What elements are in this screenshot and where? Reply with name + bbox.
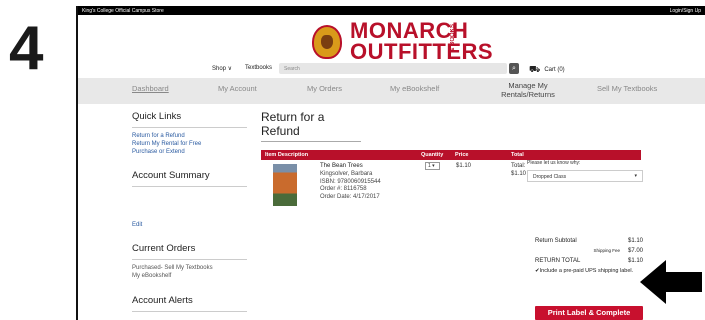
monarch-crest-icon — [312, 25, 342, 59]
account-summary-title: Account Summary — [132, 170, 247, 188]
browser-frame: King's College Official Campus Store Log… — [76, 6, 705, 320]
logo-line2: OUTFITTERS — [350, 39, 494, 64]
book-total: Total: $1.10 — [511, 163, 526, 179]
col-item-description: Item Description — [265, 152, 309, 158]
shipping-value: $7.00 — [627, 248, 643, 254]
current-orders-line2: My eBookshelf — [132, 273, 172, 280]
search-button[interactable]: ⌕ — [509, 63, 519, 74]
book-price: $1.10 — [456, 163, 472, 169]
textbooks-link[interactable]: Textbooks — [245, 65, 272, 71]
pointer-arrow-icon — [640, 260, 702, 304]
nav-my-orders[interactable]: My Orders — [307, 84, 342, 93]
chevron-down-icon: ▾ — [634, 173, 637, 179]
logo-books: & BOOKS — [450, 24, 456, 53]
page-title: Return for a Refund — [261, 110, 361, 142]
sidebar: Quick Links Return for a Refund Return M… — [132, 111, 247, 316]
print-label-button[interactable]: Print Label & Complete Return — [535, 306, 643, 320]
quick-link-purchase-extend[interactable]: Purchase or Extend — [132, 148, 247, 156]
reason-selected: Dropped Class — [533, 174, 567, 180]
col-quantity: Quantity — [421, 152, 444, 158]
quantity-select[interactable]: 1 ▾ — [425, 162, 440, 170]
cart-icon: ⛟ — [529, 64, 541, 74]
quick-link-return-rental[interactable]: Return My Rental for Free — [132, 140, 247, 148]
current-orders-line1: Purchased- Sell My Textbooks — [132, 265, 213, 272]
book-order-date: Order Date: 4/17/2017 — [320, 194, 380, 201]
book-total-value: $1.10 — [511, 170, 527, 177]
account-nav: Dashboard My Account My Orders My eBooks… — [78, 78, 705, 104]
account-alerts-title: Account Alerts — [132, 295, 247, 312]
subtotal-label: Return Subtotal — [535, 238, 577, 244]
reason-select[interactable]: Dropped Class ▾ — [527, 170, 643, 182]
cart-link[interactable]: ⛟ Cart (0) — [529, 64, 565, 76]
nav-my-ebookshelf[interactable]: My eBookshelf — [390, 84, 439, 93]
quantity-value: 1 — [428, 163, 431, 169]
shop-menu[interactable]: Shop ∨ — [212, 65, 232, 72]
current-orders-title: Current Orders — [132, 243, 247, 261]
quick-links-title: Quick Links — [132, 111, 247, 128]
nav-sell-textbooks[interactable]: Sell My Textbooks — [597, 84, 657, 93]
edit-link[interactable]: Edit — [132, 221, 247, 229]
return-summary: Return Subtotal $1.10 Shipping Fee $7.00… — [535, 238, 643, 275]
cart-label: Cart (0) — [544, 67, 565, 73]
nav-manage-rentals[interactable]: Manage My Rentals/Returns — [493, 81, 563, 99]
book-author: Kingsolver, Barbara — [320, 170, 373, 177]
step-number: 4 — [9, 14, 44, 83]
store-name: King's College Official Campus Store — [82, 7, 164, 14]
nav-my-account[interactable]: My Account — [218, 84, 257, 93]
login-link[interactable]: Login/Sign Up — [670, 8, 701, 14]
book-cover-image — [273, 164, 297, 206]
shipping-label: Shipping Fee — [593, 248, 620, 253]
col-total: Total — [511, 152, 524, 158]
return-total-label: RETURN TOTAL — [535, 258, 581, 264]
ups-checkbox[interactable]: ✔Include a pre-paid UPS shipping label. — [535, 268, 643, 275]
reason-prompt: Please let us know why: — [527, 160, 581, 166]
col-price: Price — [455, 152, 469, 158]
book-order-number: Order #: 8116758 — [320, 186, 367, 193]
site-logo[interactable]: MONARCH OUTFITTERS — [312, 20, 493, 64]
ups-label: Include a pre-paid UPS shipping label. — [539, 268, 634, 274]
search-row: Shop ∨ Textbooks Search ⌕ ⛟ Cart (0) — [78, 62, 705, 76]
book-isbn: ISBN: 9780060915544 — [320, 178, 381, 185]
search-input[interactable]: Search — [279, 63, 507, 74]
top-bar: King's College Official Campus Store Log… — [78, 6, 705, 15]
book-total-label: Total: — [511, 163, 526, 169]
table-header: Item Description Quantity Price Total — [261, 150, 641, 160]
book-title: The Bean Trees — [320, 163, 363, 169]
search-icon: ⌕ — [512, 65, 516, 72]
subtotal-value: $1.10 — [627, 238, 643, 244]
nav-dashboard[interactable]: Dashboard — [132, 84, 169, 93]
book-details: The Bean Trees Kingsolver, Barbara ISBN:… — [320, 163, 381, 202]
nav-manage-label: Manage My Rentals/Returns — [501, 81, 555, 99]
quick-link-return-refund[interactable]: Return for a Refund — [132, 132, 247, 140]
